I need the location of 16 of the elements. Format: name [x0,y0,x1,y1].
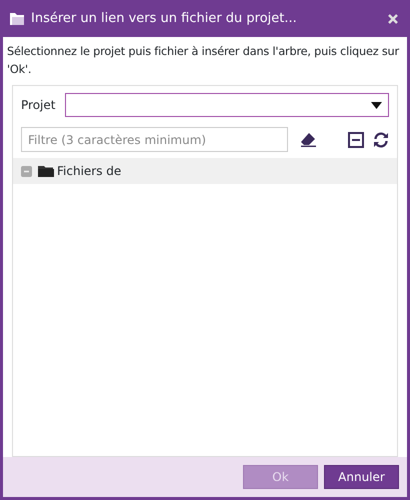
instructions-text: Sélectionnez le projet puis fichier à insérer dans l'arbre, puis cliquez sur 'Ok'. [6,44,400,78]
folder-icon [9,12,25,26]
project-label: Projet [21,97,56,114]
refresh-icon[interactable] [373,132,389,148]
filter-field[interactable]: Filtre (3 caractères minimum) [21,127,288,152]
collapse-icon[interactable] [348,132,364,148]
project-select[interactable] [65,93,389,117]
dialog-button: Ok [243,465,318,489]
tree-row[interactable]: Fichiers de [13,158,397,184]
caret-icon[interactable] [371,102,382,108]
toggle-icon[interactable] [21,166,32,176]
dialog-button[interactable]: Annuler [324,465,399,489]
window-title: Insérer un lien vers un fichier du projet... [31,10,298,28]
folder-icon [38,164,54,178]
eraser-icon[interactable] [300,132,317,147]
close-icon[interactable] [387,12,399,24]
